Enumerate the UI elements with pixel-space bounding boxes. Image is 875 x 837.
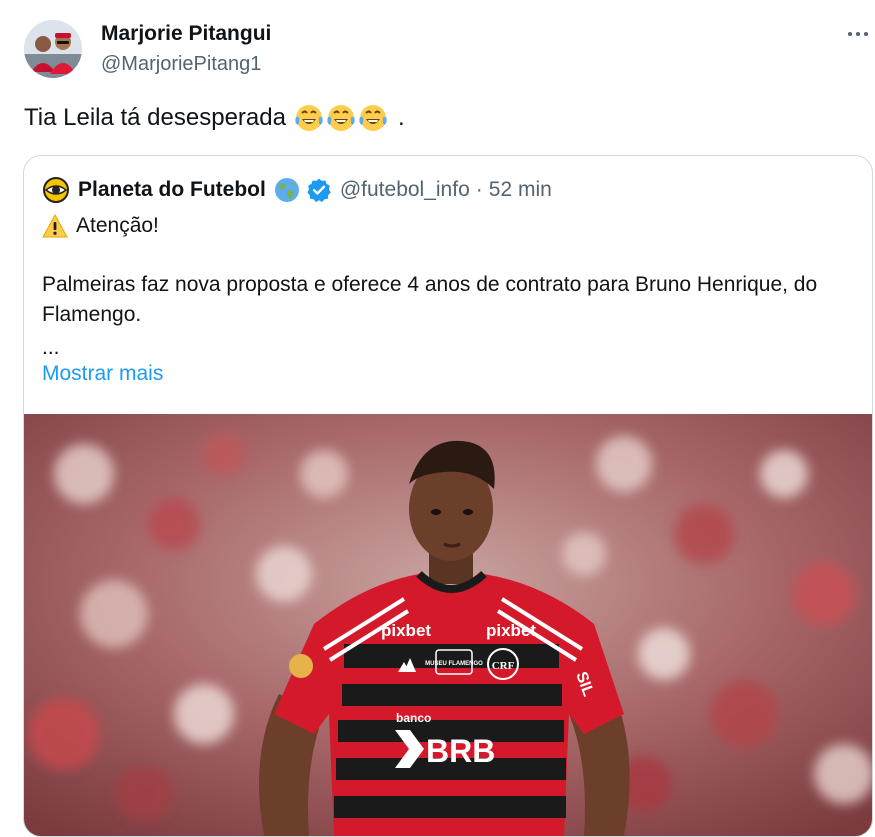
- tweet-text: Tia Leila tá desesperada .: [24, 103, 405, 133]
- quoted-body-text: Palmeiras faz nova proposta e oferece 4 …: [42, 273, 818, 326]
- verified-badge-icon[interactable]: [306, 177, 332, 203]
- quoted-tweet-card[interactable]: Planeta do Futebol @futebol_info · 52 mi…: [23, 155, 873, 837]
- warning-icon: [42, 214, 68, 238]
- show-more-link[interactable]: Mostrar mais: [42, 362, 163, 386]
- laughing-emoji-icon: [359, 105, 387, 131]
- quoted-heading-line: Atenção!: [42, 214, 159, 238]
- sponsor-left-text: pixbet: [381, 621, 431, 640]
- banco-text: banco: [396, 711, 431, 725]
- brb-text: BRB: [426, 733, 495, 769]
- avatar-photo: [24, 20, 82, 78]
- tweet-text-content: Tia Leila tá desesperada: [24, 104, 286, 131]
- club-crest-text: CRF: [492, 660, 515, 672]
- quoted-ellipsis: ...: [42, 336, 60, 359]
- sponsor-right-text: pixbet: [486, 621, 536, 640]
- quoted-media-image[interactable]: pixbet pixbet MUSEU FLAMENGO CRF SIL ban…: [24, 414, 872, 836]
- more-options-button[interactable]: [842, 20, 874, 48]
- league-patch-icon: [289, 654, 313, 678]
- quoted-author-name[interactable]: Planeta do Futebol: [78, 178, 266, 202]
- quoted-heading: Atenção!: [76, 214, 159, 237]
- quoted-tweet-header: Planeta do Futebol @futebol_info · 52 mi…: [42, 176, 552, 204]
- museum-badge-text: MUSEU FLAMENGO: [425, 661, 483, 667]
- author-avatar[interactable]: [24, 20, 82, 78]
- header-separator: ·: [475, 178, 483, 201]
- quoted-timestamp[interactable]: 52 min: [489, 178, 552, 202]
- globe-icon: [274, 178, 299, 202]
- quoted-author-handle[interactable]: @futebol_info: [340, 178, 470, 202]
- quoted-author-avatar[interactable]: [42, 176, 70, 204]
- more-dots-icon: [848, 32, 868, 36]
- author-name[interactable]: Marjorie Pitangui: [101, 22, 271, 46]
- laughing-emoji-icon: [327, 105, 355, 131]
- player-photo: pixbet pixbet MUSEU FLAMENGO CRF SIL ban…: [24, 414, 872, 836]
- laughing-emoji-icon: [295, 105, 323, 131]
- tweet-text-suffix: .: [397, 104, 405, 131]
- emoji-group: [294, 103, 388, 133]
- author-handle[interactable]: @MarjoriePitang1: [101, 53, 261, 76]
